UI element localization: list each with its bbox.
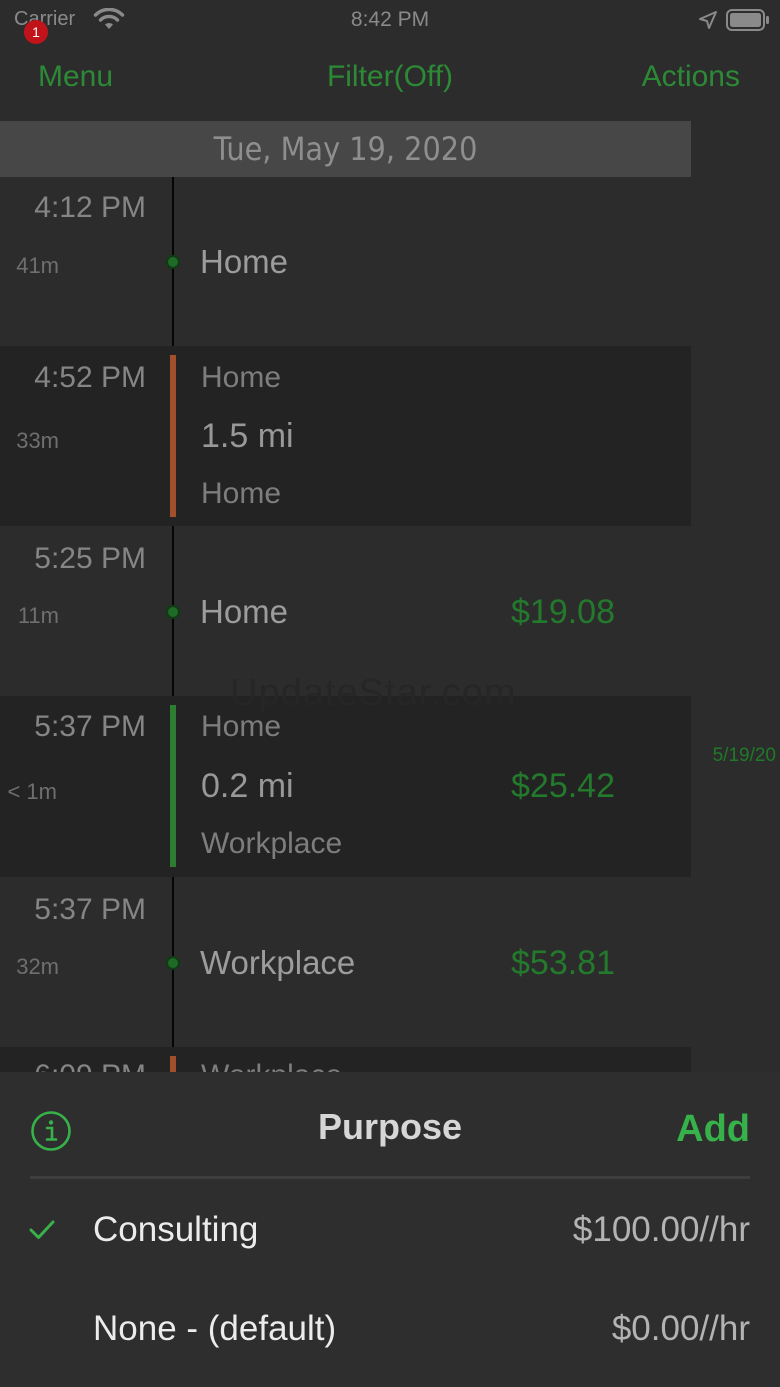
trip-bar xyxy=(170,1056,176,1072)
stop-amount: $19.08 xyxy=(511,593,615,631)
stop-place: Home xyxy=(200,243,289,280)
purpose-sheet: Purpose Add Consulting $100.00//hr None … xyxy=(0,1072,780,1387)
trip-from: Home xyxy=(201,361,282,394)
status-bar: Carrier 1 8:42 PM xyxy=(0,0,780,44)
status-time: 8:42 PM xyxy=(350,8,430,31)
battery-icon xyxy=(726,9,769,31)
trip-time: 5:37 PM xyxy=(34,710,146,743)
trip-duration: < 1m xyxy=(7,779,57,804)
trip-duration: 33m xyxy=(16,428,59,453)
stop-place: Workplace xyxy=(200,944,356,981)
trip-row[interactable]: 4:52 PM 33m Home 1.5 mi Home xyxy=(0,346,691,526)
scroll-date-indicator: 5/19/20 xyxy=(712,745,776,766)
checkmark-icon xyxy=(29,1220,55,1239)
trip-to: Workplace xyxy=(201,827,343,860)
navigation-bar: Filter(Off) Menu Actions xyxy=(0,50,780,110)
option-name: Consulting xyxy=(93,1210,259,1249)
option-rate: $0.00//hr xyxy=(611,1309,750,1348)
trip-time: 4:52 PM xyxy=(34,361,146,394)
trip-from: Home xyxy=(201,710,282,743)
timeline-list[interactable]: 4:12 PM 41m Home 4:52 PM 33m Home 1.5 mi… xyxy=(0,177,780,1072)
location-icon xyxy=(699,11,717,29)
trip-to: Home xyxy=(201,477,282,510)
stop-row[interactable]: 4:12 PM 41m Home xyxy=(0,177,691,346)
option-rate: $100.00//hr xyxy=(572,1210,750,1249)
purpose-option-none[interactable]: None - (default) $0.00//hr xyxy=(0,1289,780,1381)
trip-time: 6:09 PM xyxy=(34,1059,146,1072)
actions-button[interactable]: Actions xyxy=(642,60,740,94)
stop-time: 5:25 PM xyxy=(34,542,146,575)
date-section-header: Tue, May 19, 2020 xyxy=(0,121,691,177)
menu-button[interactable]: Menu xyxy=(38,60,113,94)
stop-dot xyxy=(166,605,180,619)
sheet-title: Purpose xyxy=(317,1106,463,1147)
stop-duration: 41m xyxy=(16,253,59,278)
stop-dot xyxy=(166,956,180,970)
stop-time: 5:37 PM xyxy=(34,893,146,926)
stop-duration: 32m xyxy=(16,954,59,979)
stop-row[interactable]: 5:25 PM 11m Home $19.08 xyxy=(0,526,691,696)
add-button[interactable]: Add xyxy=(676,1108,750,1151)
stop-dot xyxy=(166,255,180,269)
trip-distance: 0.2 mi xyxy=(201,767,294,805)
purpose-option-consulting[interactable]: Consulting $100.00//hr xyxy=(0,1190,780,1282)
stop-amount: $53.81 xyxy=(511,944,615,982)
divider xyxy=(30,1176,750,1179)
stop-place: Home xyxy=(200,593,289,630)
trip-bar xyxy=(170,705,176,867)
trip-amount: $25.42 xyxy=(511,767,615,805)
stop-duration: 11m xyxy=(17,603,59,628)
watermark: UpdateStar.com xyxy=(230,672,517,714)
trip-from: Workplace xyxy=(201,1059,342,1072)
trip-row[interactable]: 6:09 PM Workplace xyxy=(0,1047,691,1072)
stop-time: 4:12 PM xyxy=(34,191,146,224)
trip-distance: 1.5 mi xyxy=(201,417,294,455)
option-name: None - (default) xyxy=(93,1309,337,1348)
trip-bar xyxy=(170,355,176,517)
trip-row[interactable]: 5:37 PM < 1m Home 0.2 mi Workplace $25.4… xyxy=(0,696,691,877)
stop-row[interactable]: 5:37 PM 32m Workplace $53.81 xyxy=(0,877,691,1047)
